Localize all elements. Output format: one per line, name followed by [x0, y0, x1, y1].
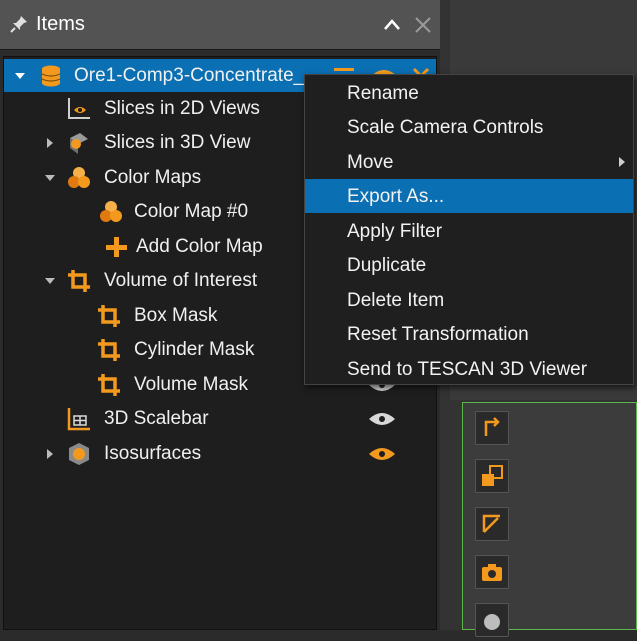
chevron-right-icon[interactable]	[44, 137, 56, 149]
chevron-down-icon[interactable]	[44, 275, 56, 287]
tree-item-label: 3D Scalebar	[104, 408, 209, 429]
menu-item-label: Send to TESCAN 3D Viewer	[347, 359, 588, 380]
tool-panel	[462, 402, 637, 637]
tree-item-label: Volume Mask	[134, 374, 249, 395]
menu-item-label: Scale Camera Controls	[347, 117, 544, 138]
scalebar-icon	[67, 408, 90, 431]
close-icon[interactable]	[413, 15, 433, 35]
menu-item-delete-item[interactable]: Delete Item	[305, 283, 633, 317]
menu-item-duplicate[interactable]: Duplicate	[305, 248, 633, 282]
angle-icon	[482, 514, 500, 533]
tree-item-isosurfaces[interactable]: Isosurfaces	[4, 437, 436, 470]
menu-item-move[interactable]: Move	[305, 145, 633, 179]
tree-item-label: Color Maps	[104, 167, 202, 188]
chevron-right-icon[interactable]	[44, 448, 56, 460]
menu-item-send-to-tescan-3d-viewer[interactable]: Send to TESCAN 3D Viewer	[305, 352, 633, 386]
corner-arrow-button[interactable]	[475, 411, 509, 445]
plus-icon	[106, 237, 127, 257]
color-maps-icon	[68, 167, 90, 188]
submenu-arrow-icon	[619, 157, 625, 167]
menu-item-label: Move	[347, 152, 394, 173]
chevron-down-icon[interactable]	[14, 70, 26, 82]
tree-item-label: Slices in 3D View	[104, 132, 251, 153]
tree-item-label: Add Color Map	[136, 236, 263, 257]
sphere-button[interactable]	[475, 603, 509, 637]
slices-3d-icon	[70, 133, 88, 154]
isosurface-icon	[69, 443, 89, 465]
tree-item-label: Volume of Interest	[104, 270, 258, 291]
collapse-icon[interactable]	[381, 14, 403, 36]
tree-item-label: Box Mask	[134, 305, 218, 326]
menu-item-apply-filter[interactable]: Apply Filter	[305, 214, 633, 248]
menu-item-scale-camera-controls[interactable]: Scale Camera Controls	[305, 110, 633, 144]
pin-icon[interactable]	[9, 14, 29, 34]
squares-icon	[482, 465, 503, 486]
menu-item-label: Apply Filter	[347, 221, 443, 242]
menu-item-label: Reset Transformation	[347, 324, 529, 345]
slices-2d-icon	[68, 98, 90, 119]
angle-button[interactable]	[475, 507, 509, 541]
crop-icon	[98, 305, 120, 327]
context-menu: Rename Scale Camera Controls Move Export…	[304, 74, 634, 385]
tree-item-label: Ore1-Comp3-Concentrate_	[74, 65, 305, 86]
volume-icon	[41, 65, 61, 87]
chevron-down-icon[interactable]	[44, 172, 56, 184]
panel-title: Items	[36, 13, 85, 35]
corner-arrow-icon	[484, 417, 500, 436]
menu-item-label: Delete Item	[347, 290, 445, 311]
tree-item-label: Cylinder Mask	[134, 339, 255, 360]
menu-item-rename[interactable]: Rename	[305, 76, 633, 110]
crop-icon	[98, 339, 120, 361]
camera-button[interactable]	[475, 555, 509, 589]
tree-item-label: Isosurfaces	[104, 443, 202, 464]
color-map-icon	[100, 201, 122, 222]
menu-item-label: Rename	[347, 83, 419, 104]
menu-item-label: Export As...	[347, 186, 445, 207]
sphere-icon	[484, 614, 500, 630]
camera-icon	[482, 564, 502, 581]
tree-item-label: Slices in 2D Views	[104, 98, 260, 119]
menu-item-label: Duplicate	[347, 255, 427, 276]
panel-header: Items	[0, 0, 440, 50]
eye-icon[interactable]	[368, 411, 396, 427]
tree-item-3d-scalebar[interactable]: 3D Scalebar	[4, 402, 436, 435]
menu-item-export-as[interactable]: Export As...	[305, 179, 633, 213]
tree-item-label: Color Map #0	[134, 201, 249, 222]
crop-icon	[68, 270, 90, 292]
menu-item-reset-transformation[interactable]: Reset Transformation	[305, 317, 633, 351]
eye-icon[interactable]	[368, 446, 396, 462]
squares-button[interactable]	[475, 459, 509, 493]
crop-icon	[98, 374, 120, 396]
